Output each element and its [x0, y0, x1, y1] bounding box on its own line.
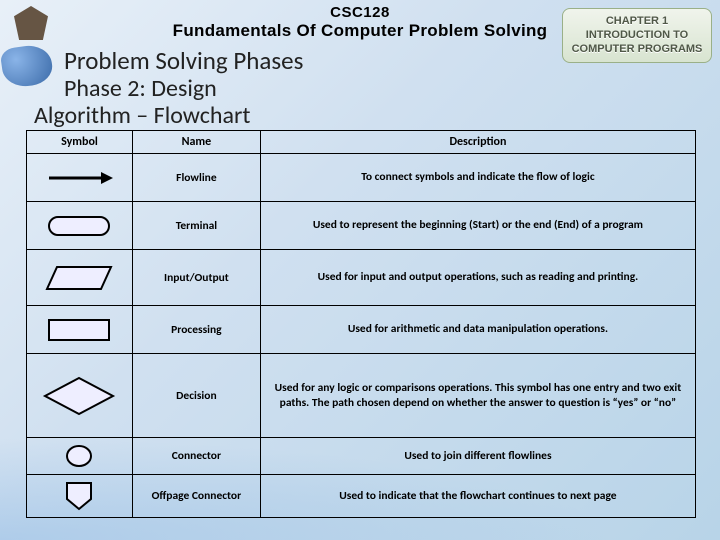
table-row: Flowline To connect symbols and indicate…	[27, 154, 696, 202]
row-name: Input/Output	[132, 250, 260, 306]
symbol-io	[27, 250, 133, 306]
offpage-connector-icon	[61, 479, 97, 513]
flowchart-symbols-table: Symbol Name Description Flowline To conn…	[26, 130, 696, 518]
symbol-offpage	[27, 475, 133, 518]
title-phase: Phase 2: Design	[64, 74, 720, 103]
row-name: Terminal	[132, 202, 260, 250]
table-row: Processing Used for arithmetic and data …	[27, 306, 696, 354]
table-row: Connector Used to join different flowlin…	[27, 438, 696, 475]
processing-icon	[43, 315, 115, 345]
symbol-decision	[27, 354, 133, 438]
row-desc: Used for any logic or comparisons operat…	[260, 354, 695, 438]
connector-icon	[64, 442, 94, 470]
row-name: Connector	[132, 438, 260, 475]
title-sub: Algorithm – Flowchart	[34, 101, 720, 130]
symbol-connector	[27, 438, 133, 475]
chapter-line: INTRODUCTION TO	[567, 29, 707, 43]
io-icon	[41, 261, 117, 295]
table-row: Offpage Connector Used to indicate that …	[27, 475, 696, 518]
col-symbol: Symbol	[27, 131, 133, 154]
row-desc: To connect symbols and indicate the flow…	[260, 154, 695, 202]
table-row: Input/Output Used for input and output o…	[27, 250, 696, 306]
symbol-terminal	[27, 202, 133, 250]
row-desc: Used to indicate that the flowchart cont…	[260, 475, 695, 518]
chapter-line: CHAPTER 1	[567, 15, 707, 29]
decision-icon	[39, 374, 119, 418]
row-name: Processing	[132, 306, 260, 354]
row-name: Decision	[132, 354, 260, 438]
symbol-flowline	[27, 154, 133, 202]
symbol-processing	[27, 306, 133, 354]
row-desc: Used for input and output operations, su…	[260, 250, 695, 306]
table-header-row: Symbol Name Description	[27, 131, 696, 154]
row-name: Offpage Connector	[132, 475, 260, 518]
row-desc: Used to join different flowlines	[260, 438, 695, 475]
chapter-badge: CHAPTER 1 INTRODUCTION TO COMPUTER PROGR…	[562, 8, 712, 63]
flowline-icon	[43, 166, 115, 190]
table-row: Decision Used for any logic or compariso…	[27, 354, 696, 438]
col-desc: Description	[260, 131, 695, 154]
col-name: Name	[132, 131, 260, 154]
terminal-icon	[43, 211, 115, 241]
row-name: Flowline	[132, 154, 260, 202]
table-row: Terminal Used to represent the beginning…	[27, 202, 696, 250]
cpp-icon	[2, 46, 56, 92]
row-desc: Used to represent the beginning (Start) …	[260, 202, 695, 250]
row-desc: Used for arithmetic and data manipulatio…	[260, 306, 695, 354]
chapter-line: COMPUTER PROGRAMS	[567, 43, 707, 57]
